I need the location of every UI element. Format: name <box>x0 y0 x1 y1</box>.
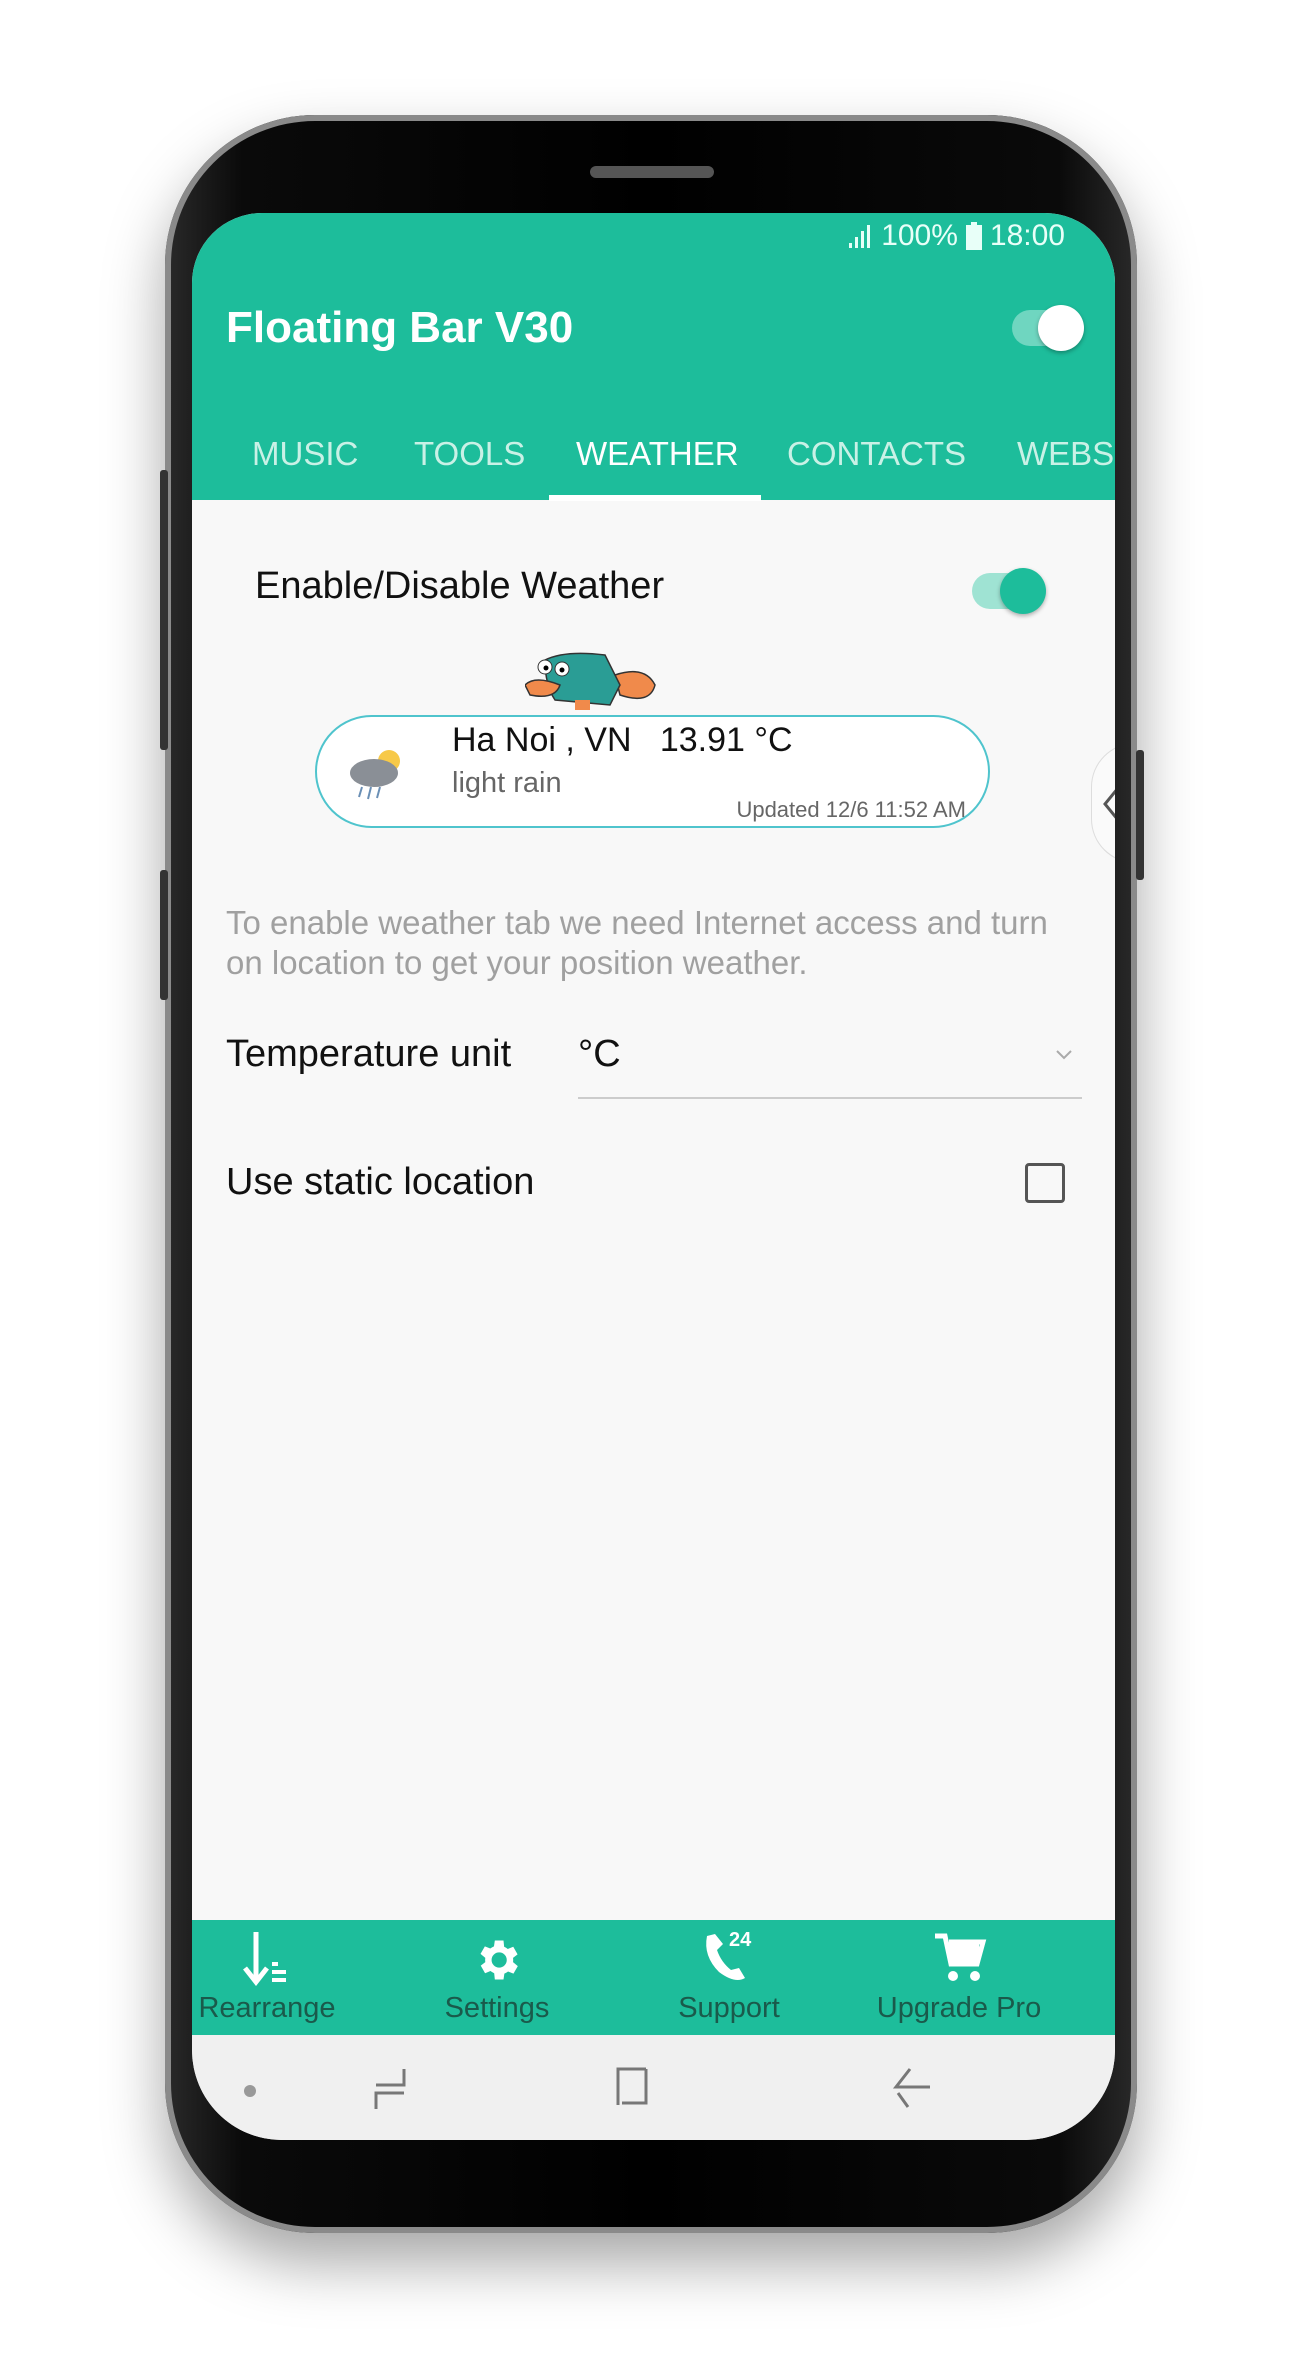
edge-panel-handle[interactable] <box>1091 743 1115 863</box>
signal-icon <box>849 225 871 248</box>
upgrade-pro-button[interactable]: Upgrade Pro <box>859 1920 1059 2025</box>
select-underline <box>578 1097 1082 1099</box>
active-tab-indicator <box>549 495 761 501</box>
master-toggle[interactable] <box>1012 305 1084 351</box>
rearrange-label: Rearrange <box>198 1992 336 2024</box>
navigation-bar <box>192 2035 1115 2140</box>
weather-updated: Updated 12/6 11:52 AM <box>736 797 966 822</box>
weather-location: Ha Noi , VN <box>452 721 632 759</box>
tab-tools[interactable]: TOOLS <box>414 435 525 473</box>
settings-button[interactable]: Settings <box>397 1920 597 2025</box>
tab-contacts[interactable]: CONTACTS <box>787 435 966 473</box>
tab-weather[interactable]: WEATHER <box>576 435 739 473</box>
support-button[interactable]: 24 Support <box>629 1920 829 2025</box>
clock: 18:00 <box>989 219 1065 252</box>
enable-weather-label: Enable/Disable Weather <box>255 565 665 607</box>
weather-temperature: 13.91 °C <box>659 721 793 759</box>
temperature-unit-label: Temperature unit <box>226 1033 512 1075</box>
rearrange-button[interactable]: Rearrange <box>192 1920 367 2025</box>
tab-bar: MUSIC TOOLS WEATHER CONTACTS WEBSI <box>192 425 1115 500</box>
phone-24-icon: 24 <box>706 1929 752 1980</box>
svg-text:24: 24 <box>729 1929 752 1951</box>
home-icon[interactable] <box>614 2065 650 2107</box>
weather-location-temp: Ha Noi , VN 13.91 °C <box>452 721 793 760</box>
status-bar: 100% 18:00 <box>847 219 1065 253</box>
screen: 100% 18:00 Floating Bar V30 MUSIC TOOLS … <box>192 213 1115 2140</box>
tab-website[interactable]: WEBSI <box>1017 435 1115 473</box>
tab-music[interactable]: MUSIC <box>252 435 358 473</box>
app-title: Floating Bar V30 <box>226 303 574 352</box>
weather-description: To enable weather tab we need Internet a… <box>226 904 1048 981</box>
temperature-unit-select[interactable]: °C <box>578 1028 1082 1098</box>
static-location-checkbox[interactable] <box>1025 1163 1065 1203</box>
rearrange-icon <box>243 1932 286 1986</box>
cart-icon <box>935 1933 987 1981</box>
speaker <box>590 166 714 178</box>
back-icon[interactable] <box>892 2067 932 2109</box>
bottom-bar: Rearrange Settings 24 Support Upgrade Pr… <box>192 1920 1115 2035</box>
battery-percent: 100% <box>881 219 958 252</box>
chevron-left-icon <box>1103 789 1115 819</box>
enable-weather-toggle[interactable] <box>972 568 1046 614</box>
weather-condition: light rain <box>452 767 562 799</box>
nav-dot-icon[interactable] <box>244 2085 256 2097</box>
app-bar: 100% 18:00 Floating Bar V30 MUSIC TOOLS … <box>192 213 1115 501</box>
upgrade-pro-label: Upgrade Pro <box>876 1992 1042 2024</box>
platypus-mascot-icon <box>525 652 656 710</box>
battery-icon <box>965 222 982 250</box>
power-button <box>1136 750 1144 880</box>
bixby-button <box>160 870 168 1000</box>
chevron-down-icon <box>1056 1050 1072 1060</box>
temperature-unit-value: °C <box>578 1033 621 1075</box>
static-location-label: Use static location <box>226 1161 535 1203</box>
recents-icon[interactable] <box>372 2067 408 2111</box>
light-rain-icon <box>350 750 400 800</box>
volume-button <box>160 470 168 750</box>
settings-label: Settings <box>444 1992 550 2024</box>
gear-icon <box>480 1940 518 1980</box>
support-label: Support <box>678 1992 780 2024</box>
weather-widget[interactable]: Ha Noi , VN 13.91 °C light rain Updated … <box>315 715 990 828</box>
